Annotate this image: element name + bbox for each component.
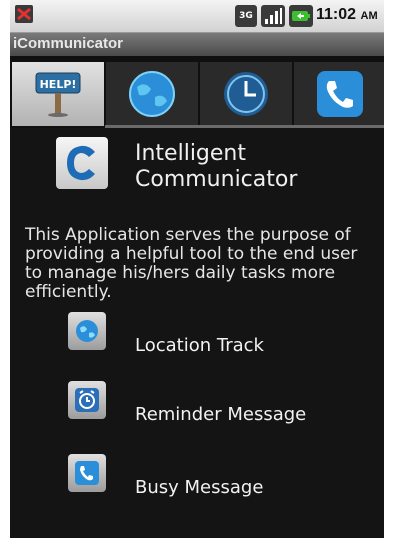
tab-help[interactable]: HELP! <box>12 62 104 126</box>
alarm-clock-icon[interactable] <box>68 381 106 419</box>
feature-reminder-message[interactable]: Reminder Message <box>68 381 368 425</box>
app-description: This Application serves the purpose of p… <box>25 225 358 302</box>
globe-icon <box>129 71 175 117</box>
tab-reminder[interactable] <box>200 62 292 126</box>
clock: 11:02 AM <box>316 6 378 24</box>
app-logo-icon <box>56 137 108 189</box>
phone-screen: 3G 11:02 AM iCommunicator HELP! Intellig… <box>10 0 384 538</box>
feature-location-track[interactable]: Location Track <box>68 312 368 356</box>
clock-ampm: AM <box>360 10 378 22</box>
3g-icon: 3G <box>235 5 257 27</box>
globe-icon[interactable] <box>68 312 106 350</box>
phone-icon[interactable] <box>68 454 106 492</box>
battery-icon <box>289 5 313 27</box>
svg-text:HELP!: HELP! <box>40 78 77 91</box>
feature-busy-message[interactable]: Busy Message <box>68 454 368 498</box>
help-sign-icon: HELP! <box>35 72 81 117</box>
tab-location[interactable] <box>106 62 198 126</box>
missed-call-icon[interactable] <box>14 4 34 24</box>
tab-strip: HELP! <box>10 56 384 128</box>
title-bar: iCommunicator <box>10 33 384 56</box>
status-bar: 3G 11:02 AM <box>10 0 384 33</box>
tab-divider <box>105 125 384 128</box>
app-title: iCommunicator <box>13 35 124 52</box>
clock-icon <box>224 72 268 116</box>
tab-call[interactable] <box>294 62 384 126</box>
app-name: Intelligent Communicator <box>135 141 375 193</box>
clock-time: 11:02 <box>316 6 357 23</box>
app-name-line2: Communicator <box>135 167 298 192</box>
signal-icon <box>261 5 285 27</box>
phone-icon <box>317 71 363 117</box>
app-name-line1: Intelligent <box>135 141 246 166</box>
feature-label[interactable]: Reminder Message <box>135 404 306 425</box>
feature-label[interactable]: Location Track <box>135 335 264 356</box>
feature-label[interactable]: Busy Message <box>135 477 263 498</box>
